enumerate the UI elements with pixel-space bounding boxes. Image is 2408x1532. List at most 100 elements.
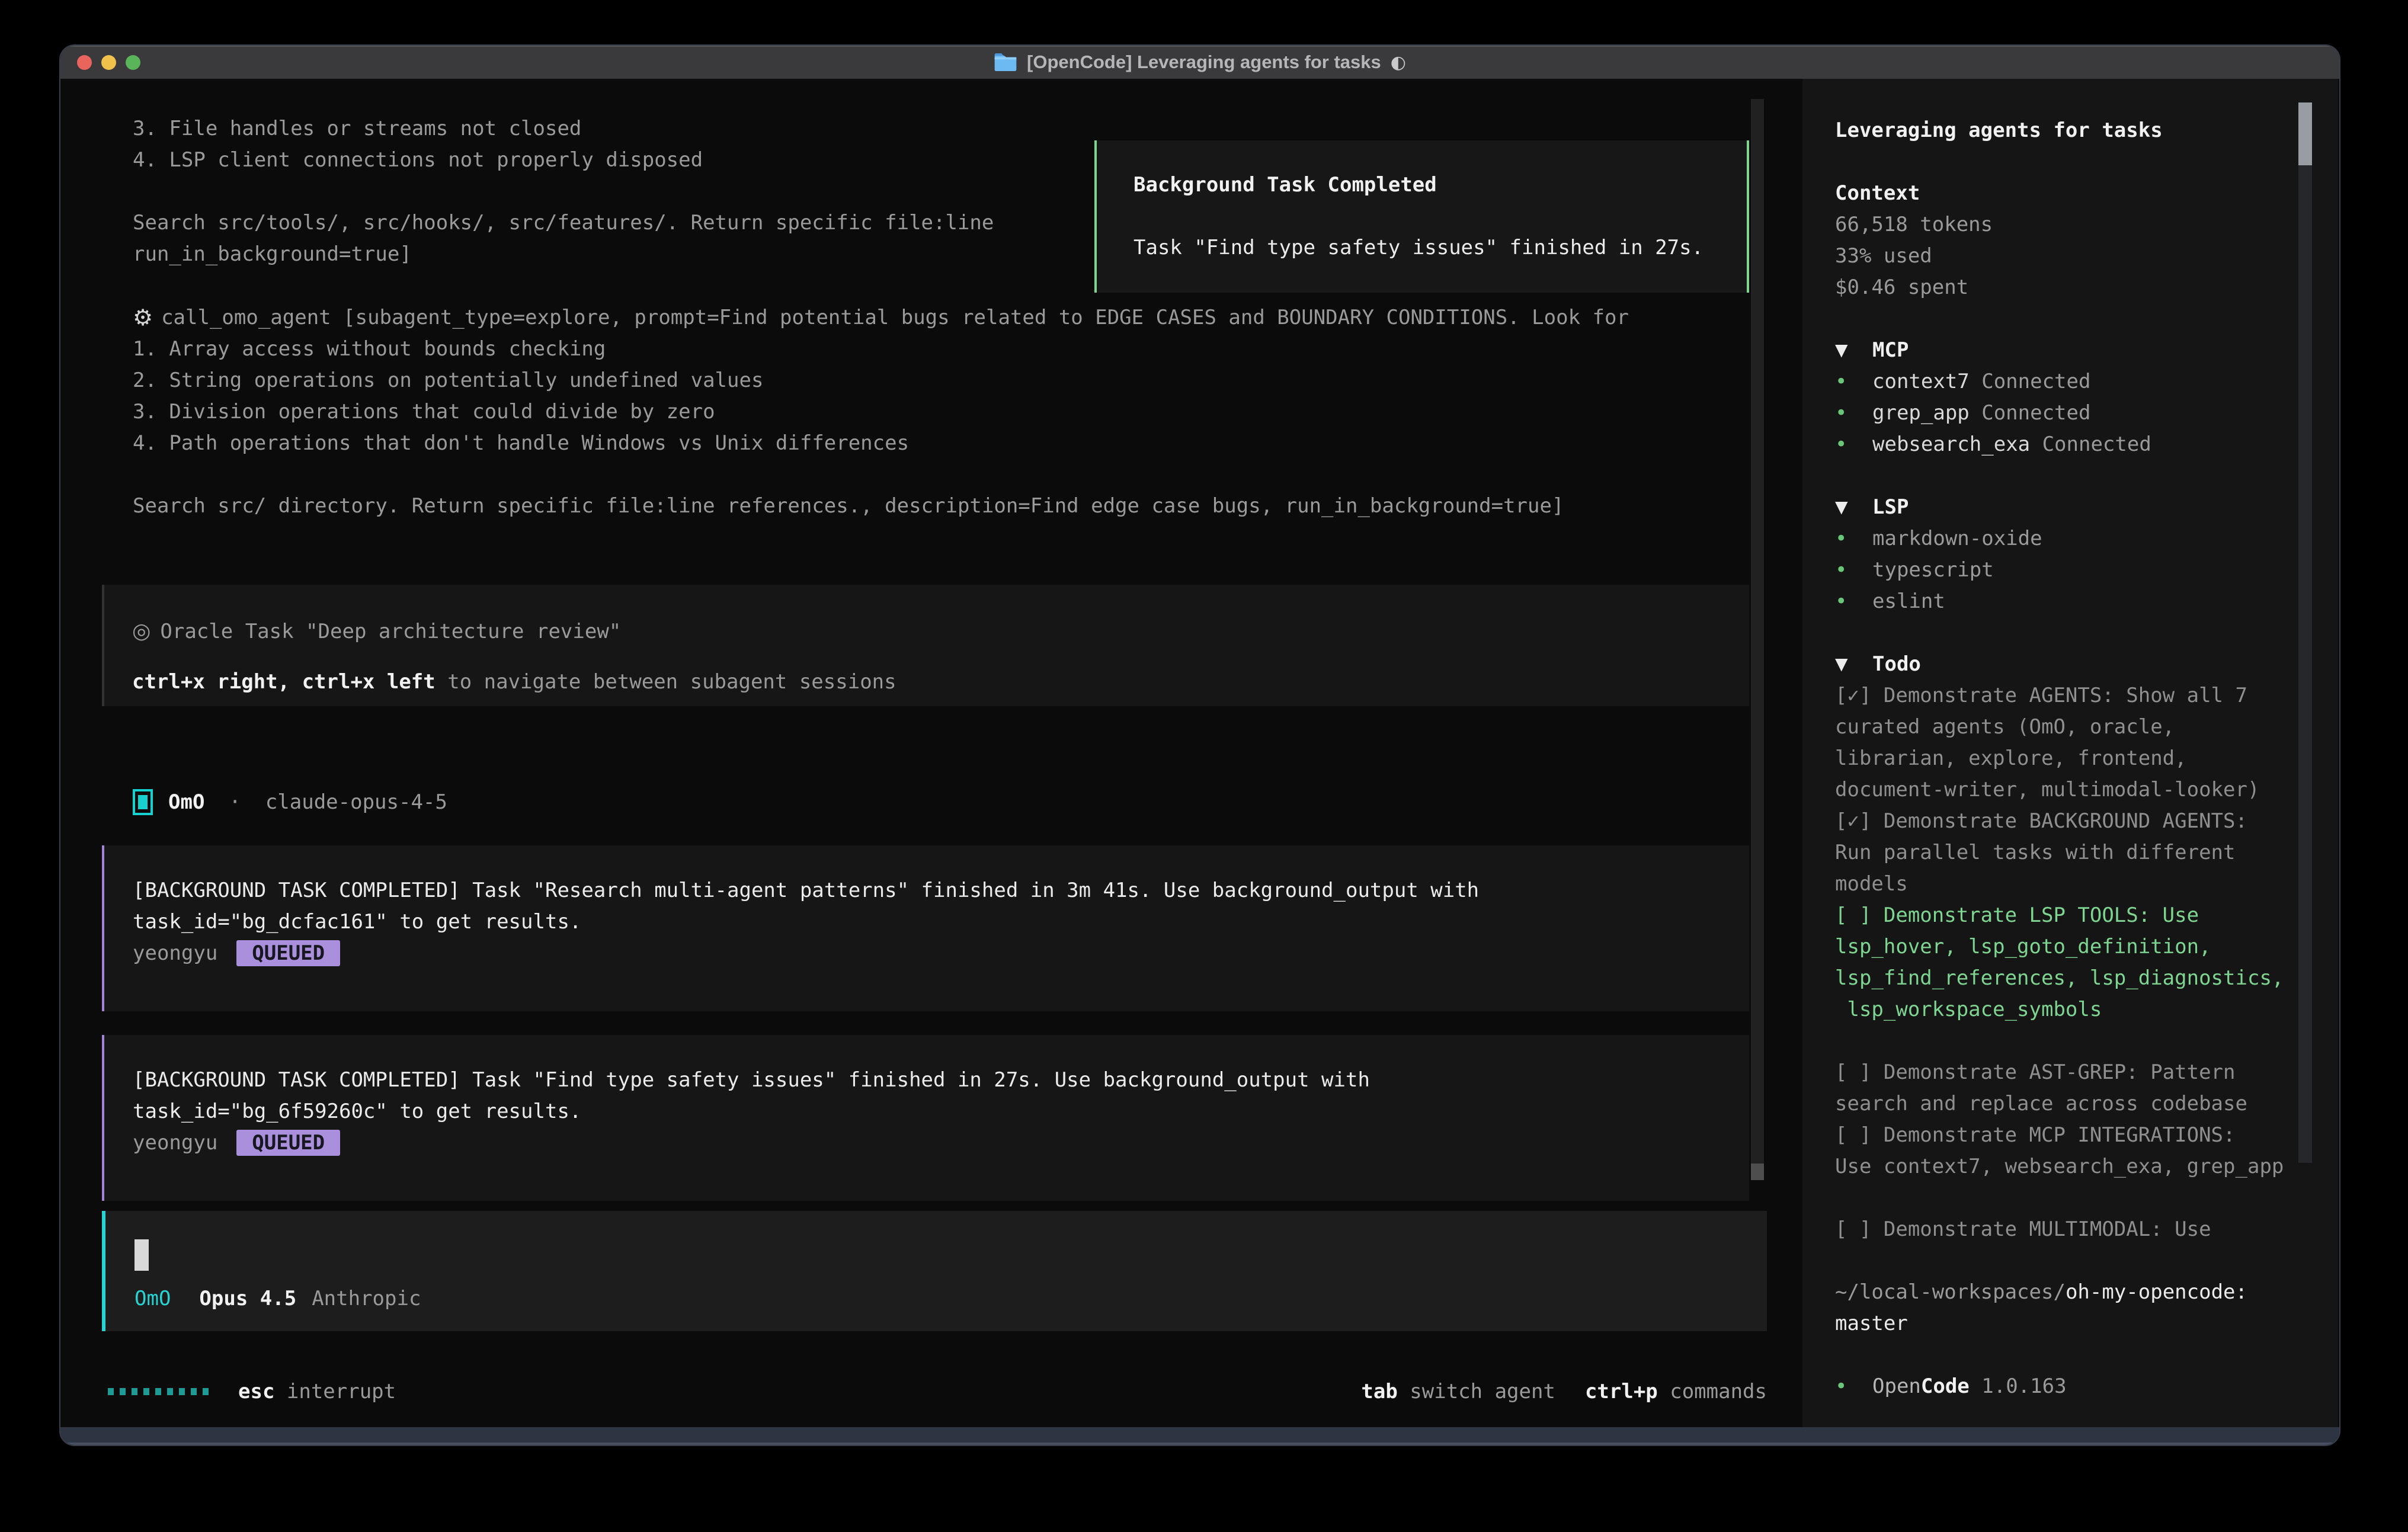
prompt-input[interactable]: OmO Opus 4.5 Anthropic: [102, 1211, 1767, 1331]
context-heading: Context: [1835, 177, 2305, 209]
ctrlp-key-label: commands: [1658, 1380, 1767, 1403]
tool-call-footer: Search src/ directory. Return specific f…: [133, 490, 1629, 521]
agent-model: claude-opus-4-5: [265, 790, 447, 814]
chevron-down-icon: ▼: [1835, 654, 1872, 674]
chevron-down-icon: ▼: [1835, 340, 1872, 360]
task-line: [BACKGROUND TASK COMPLETED] Task "Resear…: [133, 874, 1749, 906]
agent-separator: ·: [229, 790, 241, 814]
status-dot-icon: •: [1835, 527, 1872, 550]
queued-badge: QUEUED: [236, 940, 340, 966]
agent-icon: [133, 789, 153, 815]
workspace-path: ~/local-workspaces/ oh-my-opencode:: [1835, 1276, 2305, 1307]
context-used: 33% used: [1835, 240, 2305, 271]
status-dot-icon: •: [1835, 589, 1872, 613]
todo-item-line: [ ] Demonstrate MULTIMODAL: Use: [1835, 1213, 2305, 1245]
desktop: { "colors": { "accent_cyan": "#27d3d3", …: [0, 0, 2408, 1532]
todo-item-line: lsp_hover, lsp_goto_definition,: [1835, 931, 2305, 962]
version-line: • Open Code 1.0.163: [1835, 1370, 2305, 1402]
tab-key-label: switch agent: [1398, 1380, 1555, 1403]
mcp-status: Connected: [1970, 401, 2091, 425]
chat-text-line: Search src/tools/, src/hooks/, src/featu…: [133, 207, 994, 238]
oracle-task-title: Oracle Task "Deep architecture review": [160, 620, 621, 643]
todo-item-line: [1835, 1025, 2305, 1056]
tool-call-block: ⚙ call_omo_agent [subagent_type=explore,…: [133, 302, 1629, 521]
spinner-dots-icon: [108, 1388, 209, 1395]
background-task-toast: Background Task Completed Task "Find typ…: [1094, 140, 1749, 293]
oracle-hint-keys: ctrl+x right, ctrl+x left: [132, 670, 436, 694]
status-dot-icon: •: [1835, 401, 1872, 425]
tool-call-item: 3. Division operations that could divide…: [133, 396, 1629, 427]
chat-text-line: 3. File handles or streams not closed: [133, 113, 994, 144]
todo-item-line: [✓] Demonstrate AGENTS: Show all 7: [1835, 680, 2305, 711]
mcp-section-header[interactable]: ▼ MCP: [1835, 334, 2305, 366]
todo-item-line: document-writer, multimodal-looker): [1835, 774, 2305, 805]
separator-dot: [204, 790, 229, 814]
mcp-item: • grep_app Connected: [1835, 397, 2305, 428]
todo-item-line: lsp_workspace_symbols: [1835, 993, 2305, 1025]
oracle-task-box: ◎ Oracle Task "Deep architecture review"…: [102, 585, 1749, 706]
ctrlp-key-hint: ctrl+p: [1585, 1380, 1658, 1403]
tool-call-line: call_omo_agent [subagent_type=explore, p…: [161, 306, 1629, 329]
status-dot-icon: •: [1835, 432, 1872, 456]
todo-item-line: curated agents (OmO, oracle,: [1835, 711, 2305, 742]
chat-text-line: run_in_background=true]: [133, 238, 994, 270]
status-dot-icon: •: [1835, 558, 1872, 582]
chat-text-line: [133, 175, 994, 207]
mcp-heading: MCP: [1872, 338, 1909, 362]
todo-item-line: [1835, 1182, 2305, 1213]
task-line: task_id="bg_6f59260c" to get results.: [133, 1095, 1749, 1127]
esc-key-label: interrupt: [274, 1380, 396, 1403]
version-number: 1.0.163: [1970, 1374, 2067, 1398]
todo-item-line: models: [1835, 868, 2305, 899]
window-title-text: [OpenCode] Leveraging agents for tasks: [1027, 52, 1381, 73]
lsp-section-header[interactable]: ▼ LSP: [1835, 491, 2305, 523]
window-title: [OpenCode] Leveraging agents for tasks ◐: [60, 46, 2339, 79]
todo-item-line: [ ] Demonstrate LSP TOOLS: Use: [1835, 899, 2305, 931]
task-user: yeongyu: [133, 941, 217, 965]
sidebar: Leveraging agents for tasks Context 66,5…: [1802, 79, 2338, 1430]
mcp-status: Connected: [1970, 370, 2091, 393]
context-spent: $0.46 spent: [1835, 271, 2305, 303]
mcp-item: • context7 Connected: [1835, 366, 2305, 397]
task-line: task_id="bg_dcfac161" to get results.: [133, 906, 1749, 937]
input-agent-label: OmO: [135, 1287, 171, 1310]
toast-title: Background Task Completed: [1133, 169, 1747, 200]
lsp-item: • typescript: [1835, 554, 2305, 585]
brand-code: Code: [1921, 1374, 1970, 1398]
tool-call-item: 2. String operations on potentially unde…: [133, 364, 1629, 396]
context-tokens: 66,518 tokens: [1835, 209, 2305, 240]
status-dot-icon: •: [1835, 370, 1872, 393]
lsp-item: • markdown-oxide: [1835, 523, 2305, 554]
session-title: Leveraging agents for tasks: [1835, 114, 2305, 146]
tool-call-item: 4. Path operations that don't handle Win…: [133, 427, 1629, 459]
oracle-hint-text: to navigate between subagent sessions: [436, 670, 896, 694]
agent-header: OmO · claude-opus-4-5: [133, 786, 447, 818]
todo-item-line: Use context7, websearch_exa, grep_app: [1835, 1150, 2305, 1182]
todo-section-header[interactable]: ▼ Todo: [1835, 648, 2305, 680]
tool-call-item: 1. Array access without bounds checking: [133, 333, 1629, 364]
task-user: yeongyu: [133, 1131, 217, 1155]
mcp-status: Connected: [2030, 432, 2151, 456]
todo-item-line: [ ] Demonstrate AST-GREP: Pattern: [1835, 1056, 2305, 1088]
toast-body: Task "Find type safety issues" finished …: [1133, 232, 1747, 263]
gear-icon: ⚙: [133, 305, 153, 331]
chevron-down-icon: ▼: [1835, 497, 1872, 517]
todo-item-line: Run parallel tasks with different: [1835, 836, 2305, 868]
chat-scrollbar-thumb[interactable]: [1751, 1164, 1764, 1180]
todo-item-line: lsp_find_references, lsp_diagnostics,: [1835, 962, 2305, 993]
chat-scrollbar[interactable]: [1751, 99, 1764, 1180]
sidebar-scrollbar[interactable]: [2298, 102, 2312, 1163]
status-dot-icon: •: [1835, 1374, 1872, 1398]
todo-item-line: [ ] Demonstrate MCP INTEGRATIONS:: [1835, 1119, 2305, 1150]
lsp-item: • eslint: [1835, 585, 2305, 617]
todo-item-line: search and replace across codebase: [1835, 1088, 2305, 1119]
input-model-label: Opus 4.5: [199, 1287, 296, 1310]
folder-icon: [994, 52, 1017, 72]
chat-scrollback: 3. File handles or streams not closed 4.…: [133, 113, 994, 270]
todo-heading: Todo: [1872, 652, 1921, 676]
sidebar-scrollbar-thumb[interactable]: [2298, 102, 2312, 165]
mcp-item: • websearch_exa Connected: [1835, 428, 2305, 460]
todo-item-line: [✓] Demonstrate BACKGROUND AGENTS:: [1835, 805, 2305, 836]
esc-key-hint: esc: [238, 1380, 274, 1403]
agent-name: OmO: [168, 790, 204, 814]
